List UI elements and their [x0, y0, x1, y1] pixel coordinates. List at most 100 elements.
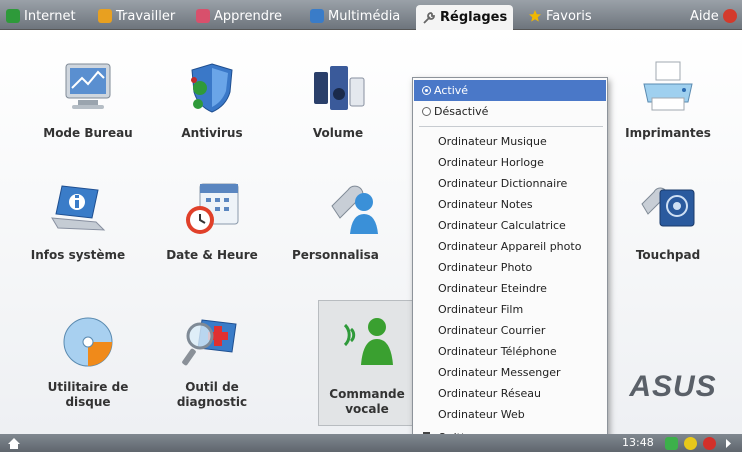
menu-item-label: Ordinateur Musique — [438, 135, 547, 148]
radio-inactive-icon — [422, 107, 431, 116]
app-label: Antivirus — [181, 126, 243, 140]
menu-item[interactable]: Ordinateur Téléphone — [414, 341, 606, 362]
menu-option-active[interactable]: Activé — [414, 80, 606, 101]
menu-item[interactable]: Ordinateur Notes — [414, 194, 606, 215]
help-button[interactable]: Aide — [690, 4, 737, 28]
menu-item-label: Ordinateur Calculatrice — [438, 219, 566, 232]
app-label: Infos système — [30, 248, 126, 262]
category-tab-bar: Internet Travailler Apprendre Multimédia… — [0, 0, 742, 30]
app-label: Date & Heure — [166, 248, 258, 262]
app-volume[interactable]: Volume — [276, 40, 400, 160]
menu-item-label: Ordinateur Eteindre — [438, 282, 547, 295]
alert-tray-icon[interactable] — [703, 437, 716, 450]
menu-item[interactable]: Ordinateur Réseau — [414, 383, 606, 404]
star-icon — [529, 10, 541, 22]
help-label: Aide — [690, 8, 719, 24]
menu-item-label: Ordinateur Web — [438, 408, 525, 421]
tab-label: Multimédia — [328, 8, 401, 24]
diagnostic-icon — [182, 319, 237, 366]
network-tray-icon[interactable] — [665, 437, 678, 450]
menu-item-label: Ordinateur Appareil photo — [438, 240, 582, 253]
calendar-clock-icon — [186, 183, 239, 234]
monitor-icon — [65, 63, 111, 109]
menu-item[interactable]: Ordinateur Appareil photo — [414, 236, 606, 257]
multimedia-icon — [310, 9, 324, 23]
menu-item-label: Ordinateur Réseau — [438, 387, 541, 400]
menu-item-label: Ordinateur Horloge — [438, 156, 544, 169]
app-mode-bureau[interactable]: Mode Bureau — [26, 40, 150, 160]
work-icon — [98, 9, 112, 23]
asus-logo: ASUS — [628, 370, 716, 403]
app-label: Mode Bureau — [43, 126, 133, 140]
wrench-user-icon — [331, 185, 378, 234]
menu-item[interactable]: Ordinateur Eteindre — [414, 278, 606, 299]
shield-icon — [191, 63, 233, 113]
chevron-right-icon[interactable] — [722, 437, 735, 450]
menu-item-label: Ordinateur Messenger — [438, 366, 561, 379]
menu-option-label: Activé — [434, 84, 469, 97]
help-icon — [722, 9, 737, 23]
menu-item-label: Ordinateur Téléphone — [438, 345, 557, 358]
app-outil-diagnostic[interactable]: Outil de diagnostic — [150, 294, 274, 414]
app-imprimantes[interactable]: Imprimantes — [606, 40, 730, 160]
app-infos-systeme[interactable]: Infos système — [16, 162, 140, 282]
menu-item-label: Ordinateur Courrier — [438, 324, 546, 337]
tab-apprendre[interactable]: Apprendre — [196, 4, 282, 28]
internet-icon — [6, 9, 20, 23]
voice-command-menu: Activé Désactivé Ordinateur Musique Ordi… — [412, 77, 608, 451]
settings-panel: Mode Bureau Antivirus Volume Imprimantes — [0, 30, 742, 434]
menu-option-inactive[interactable]: Désactivé — [414, 101, 606, 122]
menu-item[interactable]: Ordinateur Film — [414, 299, 606, 320]
app-label: Utilitaire de disque — [47, 380, 129, 409]
app-commande-vocale[interactable]: Commande vocale — [318, 300, 414, 426]
app-date-heure[interactable]: Date & Heure — [150, 162, 274, 282]
wrench-icon — [423, 11, 435, 24]
menu-item-label: Ordinateur Photo — [438, 261, 533, 274]
menu-item-label: Ordinateur Dictionnaire — [438, 177, 568, 190]
menu-item-label: Ordinateur Notes — [438, 198, 533, 211]
menu-option-label: Désactivé — [434, 105, 489, 118]
status-tray-icon[interactable] — [684, 437, 697, 450]
printer-icon — [643, 61, 693, 111]
menu-item[interactable]: Ordinateur Horloge — [414, 152, 606, 173]
app-personnalisation[interactable]: Personnalisa — [292, 162, 416, 282]
touchpad-icon — [641, 187, 695, 227]
app-utilitaire-disque[interactable]: Utilitaire de disque — [26, 294, 150, 414]
laptop-info-icon — [51, 185, 106, 231]
menu-item[interactable]: Ordinateur Photo — [414, 257, 606, 278]
menu-item[interactable]: Ordinateur Courrier — [414, 320, 606, 341]
app-label: Touchpad — [635, 248, 701, 262]
tab-multimedia[interactable]: Multimédia — [310, 4, 400, 28]
app-label: Personnalisa — [292, 248, 379, 262]
menu-item-label: Ordinateur Film — [438, 303, 524, 316]
menu-item[interactable]: Ordinateur Web — [414, 404, 606, 425]
tab-label: Favoris — [546, 8, 592, 24]
taskbar: 13:48 — [0, 434, 742, 452]
app-label: Volume — [312, 126, 364, 140]
menu-item[interactable]: Ordinateur Calculatrice — [414, 215, 606, 236]
clock: 13:48 — [622, 436, 654, 449]
menu-item[interactable]: Ordinateur Dictionnaire — [414, 173, 606, 194]
app-antivirus[interactable]: Antivirus — [150, 40, 274, 160]
menu-divider — [419, 126, 603, 127]
tab-reglages[interactable]: Réglages — [416, 5, 514, 30]
tab-label: Réglages — [440, 10, 508, 25]
tab-label: Internet — [24, 8, 76, 24]
disk-pie-icon — [63, 317, 113, 367]
tab-label: Travailler — [116, 8, 176, 24]
tab-favoris[interactable]: Favoris — [528, 4, 592, 28]
tab-internet[interactable]: Internet — [6, 4, 76, 28]
tab-label: Apprendre — [214, 8, 283, 24]
svg-text:ASUS: ASUS — [628, 370, 716, 403]
app-label: Commande vocale — [329, 387, 405, 416]
volume-icon — [314, 66, 365, 110]
tab-travailler[interactable]: Travailler — [98, 4, 175, 28]
voice-command-icon — [343, 318, 393, 365]
app-touchpad[interactable]: Touchpad — [606, 162, 730, 282]
app-label: Outil de diagnostic — [176, 380, 248, 409]
home-icon[interactable] — [6, 436, 22, 450]
radio-active-icon — [422, 86, 431, 95]
menu-item[interactable]: Ordinateur Musique — [414, 131, 606, 152]
menu-item[interactable]: Ordinateur Messenger — [414, 362, 606, 383]
learn-icon — [196, 9, 210, 23]
